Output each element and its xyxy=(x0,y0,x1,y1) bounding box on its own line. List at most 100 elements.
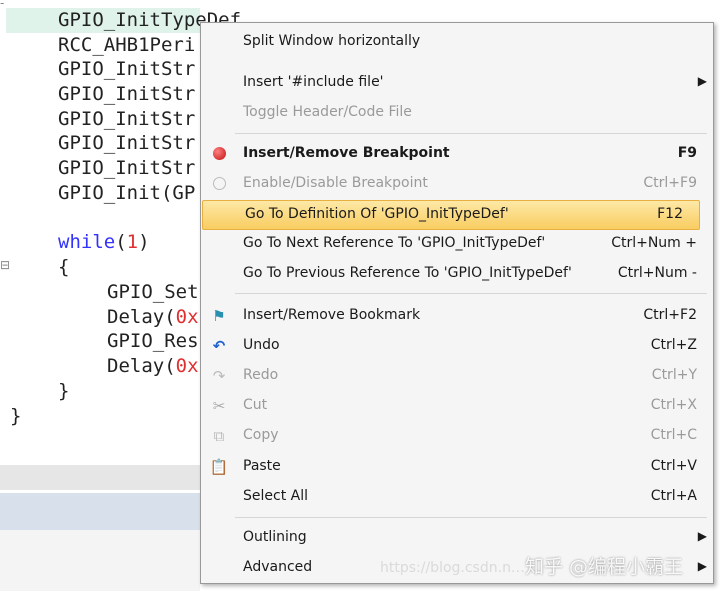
menu-item-paste[interactable]: 📋 Paste Ctrl+V xyxy=(201,453,713,481)
menu-item-split-window-horizontally[interactable]: Split Window horizontally xyxy=(201,28,713,56)
menu-item-shortcut: Ctrl+C xyxy=(650,427,697,443)
submenu-arrow-icon: ▶ xyxy=(697,529,707,543)
code-line: Delay(0x xyxy=(107,305,199,330)
menu-item-go-to-next-reference-to-gpio-inittypedef[interactable]: Go To Next Reference To 'GPIO_InitTypeDe… xyxy=(201,230,713,258)
code-text: GPIO_InitStr xyxy=(58,132,196,154)
code-line: Delay(0x xyxy=(107,354,199,379)
code-text: Delay( xyxy=(107,306,176,328)
menu-item-insert-remove-breakpoint[interactable]: Insert/Remove Breakpoint F9 xyxy=(201,140,713,168)
gutter-marker: - xyxy=(0,0,5,10)
menu-item-label: Advanced xyxy=(243,559,313,575)
code-token: ) xyxy=(138,231,150,253)
code-line: GPIO_InitStr xyxy=(58,156,195,181)
menu-item-label: Paste xyxy=(243,458,281,474)
menu-separator xyxy=(235,517,707,518)
code-text: GPIO_Res xyxy=(107,330,199,352)
code-line: GPIO_InitStr xyxy=(58,131,195,156)
menu-item-shortcut: F12 xyxy=(657,206,683,222)
menu-item-shortcut: Ctrl+X xyxy=(650,397,697,413)
breakpoint-icon xyxy=(209,144,229,164)
output-panel xyxy=(0,530,200,591)
code-line: while(1) xyxy=(58,230,150,255)
menu-item-redo[interactable]: ↷ Redo Ctrl+Y xyxy=(201,362,713,390)
menu-item-label: Undo xyxy=(243,337,280,353)
code-text: { xyxy=(58,256,70,278)
code-line: GPIO_InitStr xyxy=(58,107,195,132)
menu-item-label: Select All xyxy=(243,488,308,504)
submenu-arrow-icon: ▶ xyxy=(697,74,707,88)
code-line: } xyxy=(10,404,21,429)
output-panel-header xyxy=(0,490,200,532)
code-text: GPIO_Init(GP xyxy=(58,182,196,204)
breakpoint-toggle-icon xyxy=(209,174,229,194)
menu-item-shortcut: Ctrl+F2 xyxy=(643,307,697,323)
paste-icon: 📋 xyxy=(209,458,229,476)
code-line: GPIO_Init(GP xyxy=(58,181,195,206)
menu-item-outlining[interactable]: Outlining ▶ xyxy=(201,524,713,552)
menu-item-label: Go To Definition Of 'GPIO_InitTypeDef' xyxy=(245,206,509,222)
submenu-arrow-icon: ▶ xyxy=(697,559,707,573)
menu-separator xyxy=(235,293,707,294)
cut-icon: ✂ xyxy=(212,397,226,415)
number-literal: 1 xyxy=(126,231,139,253)
menu-item-go-to-definition-of-gpio-inittypedef[interactable]: Go To Definition Of 'GPIO_InitTypeDef' F1… xyxy=(202,200,700,230)
menu-item-go-to-previous-reference-to-gpio-inittypedef[interactable]: Go To Previous Reference To 'GPIO_InitTy… xyxy=(201,260,713,288)
code-line: { xyxy=(58,255,69,280)
context-menu: Split Window horizontally Insert '#includ… xyxy=(200,22,714,584)
menu-item-insert-remove-bookmark[interactable]: ⚑ Insert/Remove Bookmark Ctrl+F2 xyxy=(201,302,713,330)
menu-item-label: Split Window horizontally xyxy=(243,33,421,49)
code-text: GPIO_InitStr xyxy=(58,157,196,179)
menu-item-toggle-header-code-file[interactable]: Toggle Header/Code File xyxy=(201,99,713,127)
undo-icon: ↶ xyxy=(212,337,226,355)
menu-item-cut[interactable]: ✂ Cut Ctrl+X xyxy=(201,392,713,420)
number-literal: 0x xyxy=(175,306,199,328)
code-line: GPIO_Res xyxy=(107,329,199,354)
code-text: GPIO_InitStr xyxy=(58,108,196,130)
menu-item-label: Redo xyxy=(243,367,279,383)
menu-item-undo[interactable]: ↶ Undo Ctrl+Z xyxy=(201,332,713,360)
code-token: ( xyxy=(115,231,127,253)
code-text: GPIO_InitStr xyxy=(58,58,196,80)
code-line: GPIO_InitStr xyxy=(58,82,195,107)
menu-item-shortcut: Ctrl+Y xyxy=(651,367,697,383)
menu-item-label: Cut xyxy=(243,397,268,413)
code-line: RCC_AHB1Peri xyxy=(58,33,195,58)
menu-item-shortcut: Ctrl+V xyxy=(650,458,697,474)
fold-toggle-icon[interactable]: ⊟ xyxy=(0,258,10,272)
bookmark-flag-icon: ⚑ xyxy=(212,307,226,325)
number-literal: 0x xyxy=(175,355,199,377)
menu-item-shortcut: Ctrl+Z xyxy=(650,337,697,353)
code-line: GPIO_Set xyxy=(107,280,199,305)
horizontal-scrollbar[interactable] xyxy=(0,465,200,490)
watermark-url: https://blog.csdn.n… xyxy=(380,560,525,576)
copy-icon: ⧉ xyxy=(213,427,225,445)
menu-item-enable-disable-breakpoint[interactable]: Enable/Disable Breakpoint Ctrl+F9 xyxy=(201,170,713,198)
menu-item-shortcut: F9 xyxy=(677,145,697,161)
code-line: GPIO_InitStr xyxy=(58,57,195,82)
menu-item-shortcut: Ctrl+A xyxy=(650,488,697,504)
keyword: while xyxy=(58,231,116,253)
code-text: GPIO_Set xyxy=(107,281,199,303)
menu-item-label: Copy xyxy=(243,427,279,443)
menu-item-label: Go To Next Reference To 'GPIO_InitTypeDe… xyxy=(243,235,546,251)
code-text: GPIO_InitStr xyxy=(58,83,196,105)
code-text: Delay( xyxy=(107,355,176,377)
code-line: } xyxy=(58,379,69,404)
menu-item-label: Insert/Remove Breakpoint xyxy=(243,145,450,161)
watermark: 知乎 @编程小霸王 xyxy=(525,556,684,578)
code-text: } xyxy=(58,380,70,402)
code-text: RCC_AHB1Peri xyxy=(58,34,196,56)
menu-item-insert-include-file[interactable]: Insert '#include file' ▶ xyxy=(201,69,713,97)
menu-item-shortcut: Ctrl+Num + xyxy=(611,235,697,251)
menu-item-label: Insert '#include file' xyxy=(243,74,384,90)
menu-item-label: Toggle Header/Code File xyxy=(243,104,412,120)
menu-item-select-all[interactable]: Select All Ctrl+A xyxy=(201,483,713,511)
menu-item-label: Enable/Disable Breakpoint xyxy=(243,175,428,191)
menu-item-shortcut: Ctrl+F9 xyxy=(643,175,697,191)
menu-item-label: Go To Previous Reference To 'GPIO_InitTy… xyxy=(243,265,572,281)
code-text: } xyxy=(10,405,22,427)
menu-separator xyxy=(235,133,707,134)
menu-item-copy[interactable]: ⧉ Copy Ctrl+C xyxy=(201,422,713,450)
menu-item-shortcut: Ctrl+Num - xyxy=(617,265,697,281)
menu-item-label: Outlining xyxy=(243,529,307,545)
